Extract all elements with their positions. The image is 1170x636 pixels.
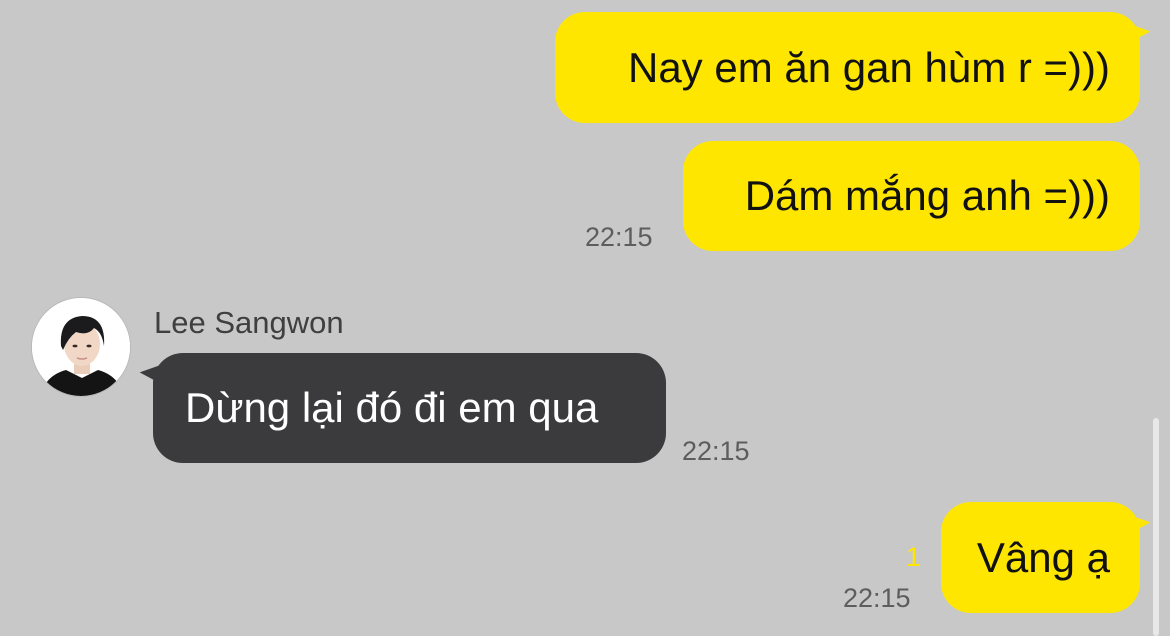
incoming-message-bubble[interactable]: Dừng lại đó đi em qua <box>153 353 666 463</box>
outgoing-message-bubble[interactable]: Vâng ạ <box>941 502 1140 613</box>
unread-count: 1 <box>906 542 922 572</box>
message-text: Dừng lại đó đi em qua <box>185 384 599 431</box>
message-timestamp: 22:15 <box>843 583 911 613</box>
scrollbar[interactable] <box>1153 418 1159 636</box>
message-text: Dám mắng anh =))) <box>744 172 1110 219</box>
profile-photo-icon <box>32 298 130 396</box>
message-timestamp: 22:15 <box>585 222 653 252</box>
message-text: Vâng ạ <box>976 533 1110 581</box>
outgoing-message-bubble[interactable]: Dám mắng anh =))) <box>683 141 1140 251</box>
message-timestamp: 22:15 <box>682 436 750 466</box>
chat-message-list[interactable]: Nay em ăn gan hùm r =))) Dám mắng anh =)… <box>0 0 1170 636</box>
outgoing-message-bubble[interactable]: Nay em ăn gan hùm r =))) <box>555 12 1140 123</box>
sender-name: Lee Sangwon <box>154 305 344 340</box>
message-text: Nay em ăn gan hùm r =))) <box>627 43 1110 91</box>
avatar[interactable] <box>31 297 131 397</box>
